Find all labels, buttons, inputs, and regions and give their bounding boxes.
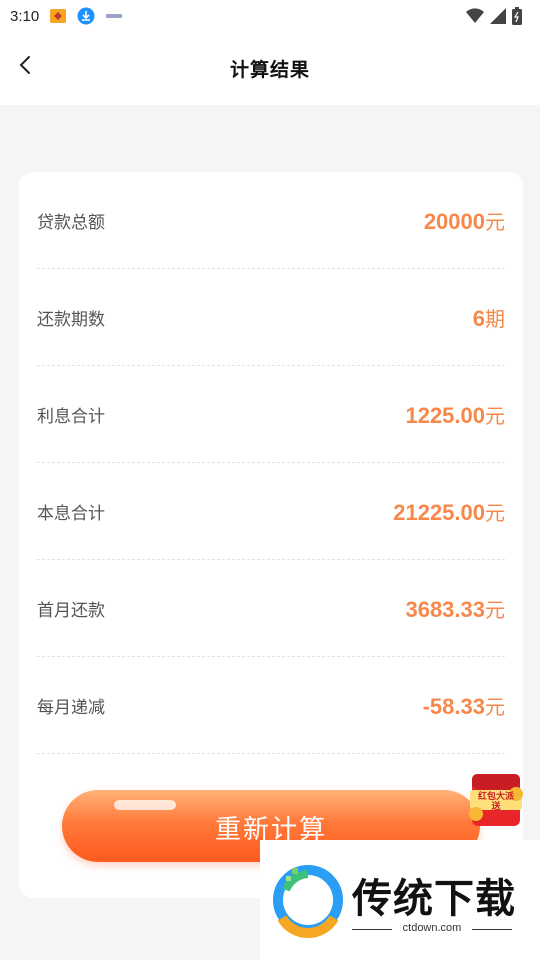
result-row-first-month: 首月还款 3683.33元 xyxy=(37,560,505,657)
red-packet-label: 红包大派送 xyxy=(478,792,515,812)
result-number: 3683.33 xyxy=(405,596,485,622)
result-row-principal-interest-total: 本息合计 21225.00元 xyxy=(37,463,505,560)
result-label: 还款期数 xyxy=(37,309,105,330)
download-icon xyxy=(77,7,95,25)
result-unit: 期 xyxy=(485,306,505,331)
page-title: 计算结果 xyxy=(229,59,310,81)
watermark-domain: ctdown.com xyxy=(402,922,462,934)
result-number: -58.33 xyxy=(422,693,485,719)
result-unit: 元 xyxy=(485,500,505,525)
result-row-periods: 还款期数 6期 xyxy=(37,269,505,366)
chevron-left-icon xyxy=(19,56,30,74)
result-unit: 元 xyxy=(485,694,505,719)
result-row-loan-total: 贷款总额 20000元 xyxy=(37,172,505,269)
nav-bar: 计算结果 xyxy=(0,32,540,105)
button-shine xyxy=(114,800,176,810)
result-value: 21225.00元 xyxy=(393,497,505,526)
app-notification-icon xyxy=(49,7,67,25)
watermark-logo: 传统下载 ctdown.com xyxy=(260,840,540,960)
result-value: 6期 xyxy=(473,303,505,332)
result-value: 20000元 xyxy=(424,206,505,235)
result-label: 每月递减 xyxy=(37,697,105,718)
watermark-title: 传统下载 xyxy=(352,876,516,922)
result-row-interest-total: 利息合计 1225.00元 xyxy=(37,366,505,463)
result-number: 20000 xyxy=(423,208,485,234)
status-time: 3:10 xyxy=(10,7,40,25)
app-small-icon xyxy=(105,7,123,25)
battery-icon xyxy=(512,7,522,29)
result-label: 首月还款 xyxy=(37,600,105,621)
result-value: 1225.00元 xyxy=(405,400,505,429)
back-button[interactable] xyxy=(12,52,38,78)
result-unit: 元 xyxy=(485,209,505,234)
result-number: 1225.00 xyxy=(405,402,485,428)
result-number: 6 xyxy=(472,305,485,331)
system-status-icons xyxy=(466,7,522,29)
wifi-icon xyxy=(466,8,484,28)
result-label: 贷款总额 xyxy=(37,212,105,233)
signal-icon xyxy=(490,8,506,28)
result-label: 本息合计 xyxy=(37,503,105,524)
result-unit: 元 xyxy=(485,597,505,622)
result-unit: 元 xyxy=(485,403,505,428)
logo-icon xyxy=(273,865,343,939)
result-label: 利息合计 xyxy=(37,406,105,427)
status-bar: 3:10 xyxy=(0,0,540,32)
result-row-monthly-decrease: 每月递减 -58.33元 xyxy=(37,657,505,754)
result-value: 3683.33元 xyxy=(405,594,505,623)
result-value: -58.33元 xyxy=(423,691,505,720)
red-packet-promo[interactable]: 红包大派送 xyxy=(464,772,528,830)
result-number: 21225.00 xyxy=(393,499,485,525)
